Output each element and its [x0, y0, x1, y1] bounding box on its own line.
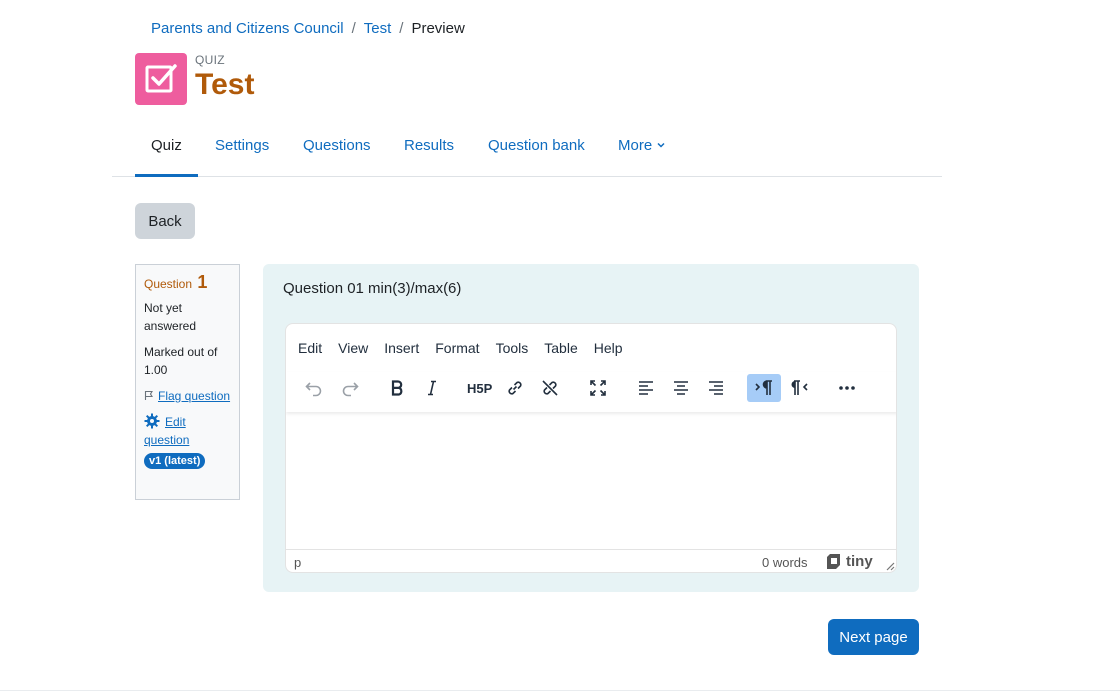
editor-statusbar: p 0 words tiny — [286, 549, 896, 572]
question-number-value: 1 — [197, 272, 208, 292]
menu-tools[interactable]: Tools — [496, 340, 529, 356]
svg-text:H5P: H5P — [467, 381, 493, 396]
gear-icon — [144, 413, 160, 429]
footer-divider — [0, 690, 1120, 691]
question-state: Not yet answered — [144, 301, 197, 333]
tiny-logo[interactable]: tiny — [826, 553, 873, 570]
tiny-brand-text: tiny — [846, 553, 873, 570]
menu-view[interactable]: View — [338, 340, 368, 356]
h5p-icon[interactable]: H5P — [463, 374, 497, 402]
editor-content-area[interactable] — [286, 414, 896, 548]
secondary-navigation: Quiz Settings Questions Results Question… — [112, 127, 942, 177]
element-path[interactable]: p — [294, 555, 301, 570]
tab-label: More — [618, 137, 653, 154]
menu-help[interactable]: Help — [594, 340, 623, 356]
italic-icon[interactable] — [415, 374, 449, 402]
breadcrumb-quiz[interactable]: Test — [364, 20, 392, 37]
link-icon[interactable] — [498, 374, 532, 402]
breadcrumb-separator: / — [351, 20, 356, 37]
question-info-panel: Question 1 Not yet answered Marked out o… — [135, 264, 240, 500]
more-icon[interactable] — [830, 374, 864, 402]
question-text: Question 01 min(3)/max(6) — [283, 280, 462, 297]
back-button[interactable]: Back — [135, 203, 195, 239]
question-number: Question 1 — [144, 273, 231, 293]
breadcrumb-separator: / — [399, 20, 404, 37]
version-badge: v1 (latest) — [144, 453, 206, 469]
breadcrumb: Parents and Citizens Council / Test / Pr… — [151, 20, 465, 37]
tiny-icon — [827, 554, 840, 569]
align-center-icon[interactable] — [664, 374, 698, 402]
align-right-icon[interactable] — [699, 374, 733, 402]
quiz-checkbox-icon — [135, 53, 187, 105]
rich-text-editor: Edit View Insert Format Tools Table Help — [285, 323, 897, 573]
tab-settings[interactable]: Settings — [199, 127, 285, 177]
next-page-button[interactable]: Next page — [828, 619, 919, 655]
breadcrumb-current: Preview — [411, 20, 465, 37]
fullscreen-icon[interactable] — [581, 374, 615, 402]
tab-results[interactable]: Results — [388, 127, 470, 177]
flag-label: Flag question — [158, 389, 231, 403]
redo-icon[interactable] — [333, 374, 367, 402]
menu-insert[interactable]: Insert — [384, 340, 419, 356]
tab-label: Questions — [303, 137, 371, 154]
tab-label: Settings — [215, 137, 270, 154]
question-grade: Marked out of 1.00 — [144, 345, 218, 377]
activity-type-label: QUIZ — [195, 53, 225, 67]
menu-format[interactable]: Format — [435, 340, 479, 356]
tab-label: Question bank — [488, 137, 585, 154]
undo-icon[interactable] — [297, 374, 331, 402]
tab-label: Quiz — [151, 137, 182, 154]
tab-quiz[interactable]: Quiz — [135, 127, 198, 177]
tab-questions[interactable]: Questions — [287, 127, 387, 177]
page-title: Test — [195, 68, 255, 101]
resize-handle-icon[interactable] — [885, 559, 895, 572]
breadcrumb-course[interactable]: Parents and Citizens Council — [151, 20, 344, 37]
chevron-down-icon — [656, 137, 666, 154]
flag-icon — [144, 390, 153, 400]
tab-question-bank[interactable]: Question bank — [472, 127, 601, 177]
tab-label: Results — [404, 137, 455, 154]
tab-more[interactable]: More — [602, 127, 682, 177]
edit-question-link[interactable]: Edit question — [144, 413, 231, 449]
ltr-icon[interactable] — [747, 374, 781, 402]
editor-menubar: Edit View Insert Format Tools Table Help — [298, 340, 639, 356]
bold-icon[interactable] — [380, 374, 414, 402]
word-count[interactable]: 0 words — [762, 555, 808, 570]
unlink-icon[interactable] — [533, 374, 567, 402]
menu-edit[interactable]: Edit — [298, 340, 322, 356]
rtl-icon[interactable] — [783, 374, 817, 402]
menu-table[interactable]: Table — [544, 340, 577, 356]
question-label: Question — [144, 277, 193, 291]
flag-question-link[interactable]: Flag question — [144, 387, 231, 405]
editor-toolbar: H5P — [286, 372, 896, 412]
question-content: Question 01 min(3)/max(6) Edit View Inse… — [263, 264, 919, 592]
page: Parents and Citizens Council / Test / Pr… — [0, 0, 1120, 694]
align-left-icon[interactable] — [629, 374, 663, 402]
